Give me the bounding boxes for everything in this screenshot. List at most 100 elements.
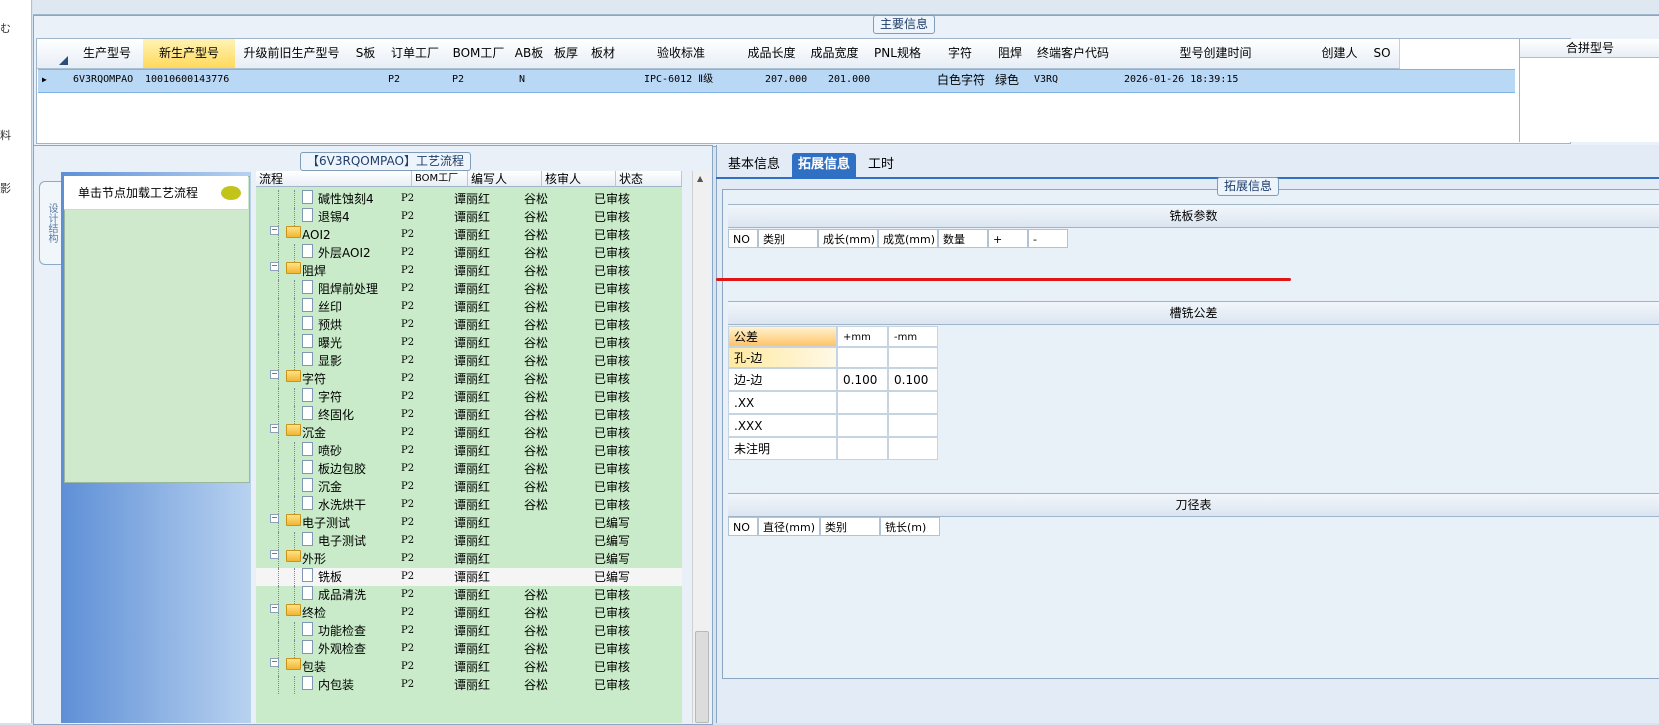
tol-row-name[interactable]: 未注明 — [728, 437, 837, 460]
tree-row[interactable]: − 终检 P2 谭丽红 谷松 已审核 — [256, 604, 682, 622]
cell-length[interactable]: 207.000 — [763, 70, 807, 90]
column-header[interactable]: S板 — [348, 39, 384, 69]
column-header[interactable]: 验收标准 — [622, 39, 741, 69]
collapse-toggle-icon[interactable]: − — [270, 262, 279, 271]
tol-col-header[interactable]: +mm — [837, 326, 888, 347]
collapse-toggle-icon[interactable]: − — [270, 514, 279, 523]
collapse-toggle-icon[interactable]: − — [270, 604, 279, 613]
tree-row[interactable]: 预烘 P2 谭丽红 谷松 已审核 — [256, 316, 682, 334]
tree-col-writer[interactable]: 编写人 — [468, 171, 542, 187]
column-header[interactable]: 板材 — [584, 39, 623, 69]
node-panel[interactable] — [64, 176, 250, 483]
column-header[interactable]: 字符 — [929, 39, 992, 69]
tree-row[interactable]: − 阻焊 P2 谭丽红 谷松 已审核 — [256, 262, 682, 280]
collapse-toggle-icon[interactable]: − — [270, 550, 279, 559]
tree-row[interactable]: 字符 P2 谭丽红 谷松 已审核 — [256, 388, 682, 406]
main-info-grid[interactable]: 生产型号 新生产型号 升级前旧生产型号 S板 订单工厂 BOM工厂 AB板 板厚… — [36, 38, 1571, 144]
tol-col-header[interactable]: 公差 — [728, 326, 837, 347]
mill-col-header[interactable]: 类别 — [758, 229, 818, 248]
tol-row-name[interactable]: .XX — [728, 391, 837, 414]
cell-solder[interactable]: 绿色 — [993, 70, 1019, 90]
tree-row[interactable]: − 字符 P2 谭丽红 谷松 已审核 — [256, 370, 682, 388]
mill-col-header[interactable]: 数量 — [938, 229, 988, 248]
collapse-toggle-icon[interactable]: − — [270, 370, 279, 379]
column-header[interactable]: 升级前旧生产型号 — [235, 39, 349, 69]
tree-col-factory[interactable]: BOM工厂 — [412, 171, 468, 187]
mill-col-header[interactable]: 成长(mm) — [818, 229, 878, 248]
collapse-toggle-icon[interactable]: − — [270, 658, 279, 667]
tree-row[interactable]: − 沉金 P2 谭丽红 谷松 已审核 — [256, 424, 682, 442]
tol-row-name[interactable]: .XXX — [728, 414, 837, 437]
column-header[interactable]: AB板 — [510, 39, 549, 69]
cell-width[interactable]: 201.000 — [826, 70, 870, 90]
tol-row-minus[interactable] — [888, 347, 938, 368]
column-header[interactable]: 阻焊 — [991, 39, 1030, 69]
collapse-toggle-icon[interactable]: − — [270, 424, 279, 433]
cell-standard[interactable]: IPC-6012 Ⅱ级 — [642, 70, 713, 90]
cell-customer-code[interactable]: V3RQ — [1032, 70, 1058, 90]
tree-col-status[interactable]: 状态 — [616, 171, 682, 187]
tab-basic-info[interactable]: 基本信息 — [722, 153, 786, 177]
tree-row[interactable]: 功能检查 P2 谭丽红 谷松 已审核 — [256, 622, 682, 640]
column-header[interactable]: 终端客户代码 — [1029, 39, 1118, 69]
tree-row[interactable]: 水洗烘干 P2 谭丽红 谷松 已审核 — [256, 496, 682, 514]
column-header[interactable]: 创建人 — [1314, 39, 1366, 69]
tol-row-plus[interactable] — [837, 347, 888, 368]
process-tree-grid[interactable]: 流程 BOM工厂 编写人 核审人 状态 碱性蚀刻4 P2 谭丽红 谷松 已审核 退锡4 P2… — [256, 171, 682, 723]
cell-new-prod-model[interactable]: 10010600143776 — [143, 70, 229, 90]
column-header[interactable]: PNL规格 — [866, 39, 930, 69]
tree-scrollbar[interactable]: ▲ — [692, 171, 710, 723]
mill-col-header[interactable]: 成宽(mm) — [878, 229, 938, 248]
tree-row[interactable]: 退锡4 P2 谭丽红 谷松 已审核 — [256, 208, 682, 226]
tol-row-minus[interactable] — [888, 414, 938, 437]
cell-bom-factory[interactable]: P2 — [450, 70, 464, 90]
tree-row[interactable]: 丝印 P2 谭丽红 谷松 已审核 — [256, 298, 682, 316]
tree-col-flow[interactable]: 流程 — [256, 171, 412, 187]
tol-row-minus[interactable] — [888, 437, 938, 460]
tol-row-name[interactable]: 孔-边 — [728, 347, 837, 368]
row-selector-header[interactable] — [37, 39, 72, 69]
tree-row[interactable]: 外层AOI2 P2 谭丽红 谷松 已审核 — [256, 244, 682, 262]
column-header[interactable]: 订单工厂 — [383, 39, 448, 69]
tol-row-minus[interactable] — [888, 391, 938, 414]
tree-row[interactable]: 外观检查 P2 谭丽红 谷松 已审核 — [256, 640, 682, 658]
cell-prod-model[interactable]: 6V3RQOMPAO — [71, 70, 133, 90]
tree-row[interactable]: 碱性蚀刻4 P2 谭丽红 谷松 已审核 — [256, 190, 682, 208]
tree-row[interactable]: − 电子测试 P2 谭丽红 已编写 — [256, 514, 682, 532]
tol-row-plus[interactable]: 0.100 — [837, 368, 888, 391]
tree-col-reviewer[interactable]: 核审人 — [542, 171, 616, 187]
tool-col-header[interactable]: 铣长(m) — [880, 517, 940, 536]
merge-model-panel[interactable]: 合拼型号 — [1519, 39, 1659, 142]
tree-row[interactable]: 内包装 P2 谭丽红 谷松 已审核 — [256, 676, 682, 694]
node-panel-header[interactable]: 单击节点加载工艺流程 — [64, 176, 248, 210]
tol-col-header[interactable]: -mm — [888, 326, 938, 347]
mill-col-header[interactable]: NO — [728, 229, 758, 248]
cell-order-factory[interactable]: P2 — [386, 70, 400, 90]
tab-work-hours[interactable]: 工时 — [862, 153, 900, 177]
tree-row[interactable]: 板边包胶 P2 谭丽红 谷松 已审核 — [256, 460, 682, 478]
column-header[interactable]: 板厚 — [548, 39, 585, 69]
tol-row-plus[interactable] — [837, 437, 888, 460]
tree-row[interactable]: − 包装 P2 谭丽红 谷松 已审核 — [256, 658, 682, 676]
tol-row-plus[interactable] — [837, 391, 888, 414]
collapse-toggle-icon[interactable]: − — [270, 226, 279, 235]
column-header[interactable]: BOM工厂 — [447, 39, 511, 69]
scroll-thumb[interactable] — [695, 631, 709, 723]
tree-row[interactable]: 终固化 P2 谭丽红 谷松 已审核 — [256, 406, 682, 424]
tree-row[interactable]: 成品清洗 P2 谭丽红 谷松 已审核 — [256, 586, 682, 604]
tree-row[interactable]: 喷砂 P2 谭丽红 谷松 已审核 — [256, 442, 682, 460]
column-header[interactable]: 型号创建时间 — [1117, 39, 1315, 69]
column-header[interactable]: SO — [1365, 39, 1400, 69]
scroll-up-icon[interactable]: ▲ — [697, 174, 703, 183]
mill-add-button[interactable]: + — [988, 229, 1028, 248]
tree-row[interactable]: 阻焊前处理 P2 谭丽红 谷松 已审核 — [256, 280, 682, 298]
tree-row[interactable]: 曝光 P2 谭丽红 谷松 已审核 — [256, 334, 682, 352]
mill-remove-button[interactable]: - — [1028, 229, 1068, 248]
cell-ab[interactable]: N — [517, 70, 525, 90]
cell-char[interactable]: 白色字符 — [935, 70, 985, 90]
tol-row-plus[interactable] — [837, 414, 888, 437]
tol-row-name[interactable]: 边-边 — [728, 368, 837, 391]
column-header[interactable]: 新生产型号 — [143, 39, 236, 69]
column-header[interactable]: 生产型号 — [71, 39, 144, 69]
tab-design-structure[interactable]: 设计结构 — [39, 181, 62, 265]
